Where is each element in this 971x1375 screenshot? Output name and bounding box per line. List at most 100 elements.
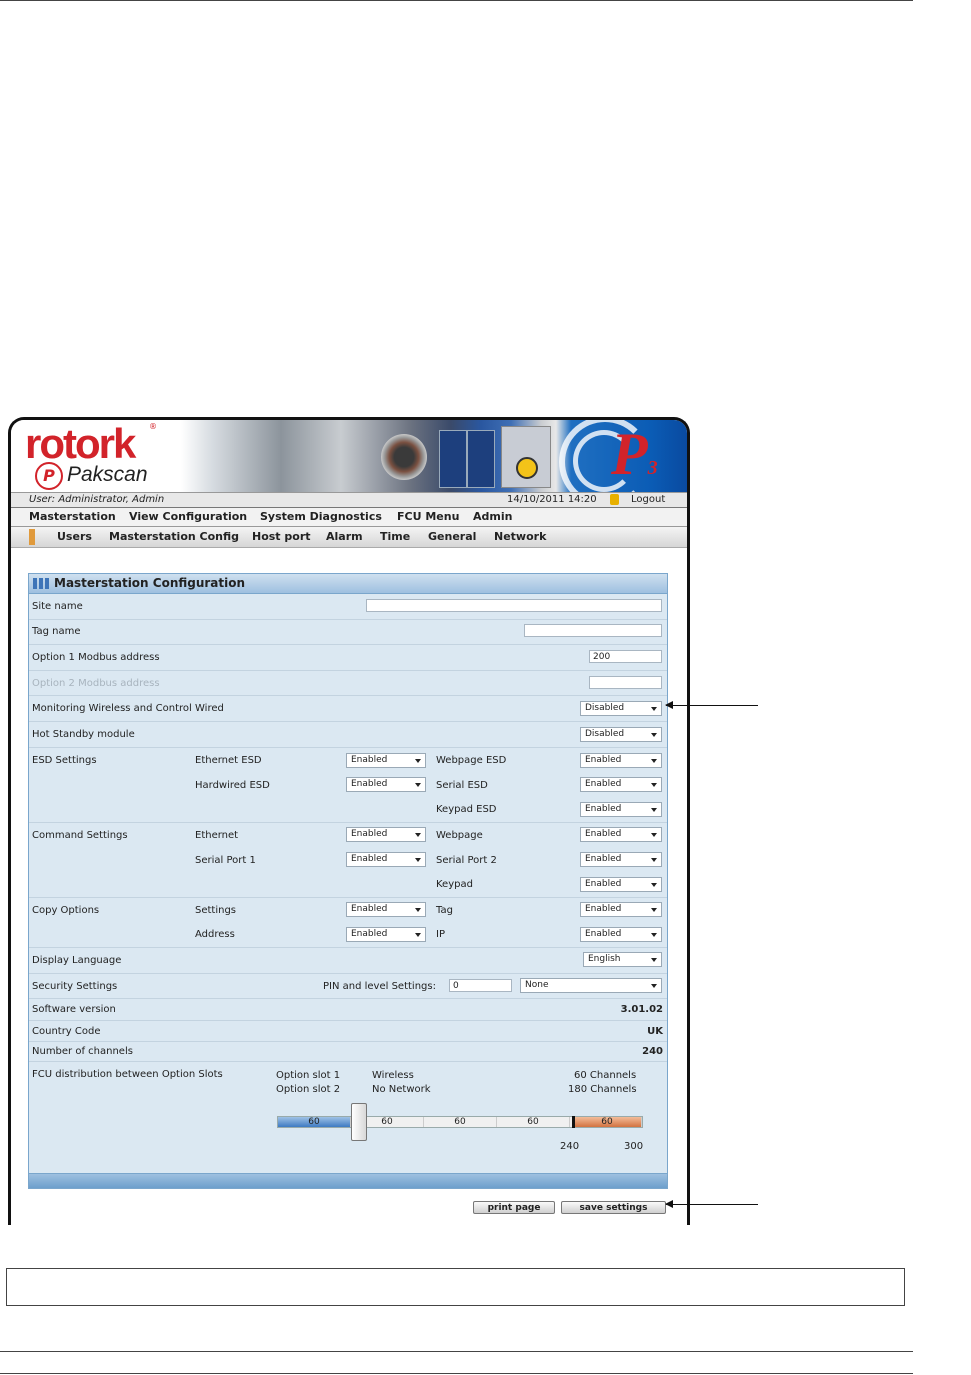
row-channels: Number of channels 240 [29,1042,667,1062]
chevron-down-icon [415,908,421,912]
chevron-down-icon [651,833,657,837]
menu-fcu[interactable]: FCU Menu [397,508,459,526]
command-serial1-select[interactable]: Enabled [346,852,426,867]
arrow-head-icon [665,1200,673,1208]
row-site-name: Site name [29,594,667,620]
config-panel: Masterstation Configuration Site name Ta… [28,573,668,1189]
language-select[interactable]: English [583,952,662,967]
chevron-down-icon [651,759,657,763]
esd-label: ESD Settings [32,755,97,766]
option1-label: Option 1 Modbus address [32,652,160,663]
keypad-esd-select[interactable]: Enabled [580,802,662,817]
print-page-button[interactable]: print page [473,1201,555,1214]
tab-users[interactable]: Users [57,527,92,547]
logout-link[interactable]: Logout [631,493,665,507]
copy-tag-label: Tag [436,905,453,916]
tab-time[interactable]: Time [380,527,410,547]
monitoring-select[interactable]: Disabled [580,701,662,716]
sub-menu: Users Masterstation Config Host port Ala… [11,527,687,548]
module-image [439,430,467,488]
main-menu: Masterstation View Configuration System … [11,508,687,527]
arrow-head-icon [665,701,673,709]
header-banner: rotork ® P Pakscan P3 [11,420,687,508]
row-country-code: Country Code UK [29,1021,667,1042]
panel-header: Masterstation Configuration [29,574,667,594]
copy-tag-select[interactable]: Enabled [580,902,662,917]
caption-box [6,1268,905,1306]
slider-segment: 60 [278,1117,351,1127]
tab-alarm[interactable]: Alarm [326,527,363,547]
pakscan-logo: Pakscan [67,463,148,486]
security-label: Security Settings [32,981,118,992]
hardwired-esd-select[interactable]: Enabled [346,777,426,792]
ethernet-esd-select[interactable]: Enabled [346,753,426,768]
row-option1-modbus: Option 1 Modbus address 200 [29,645,667,671]
country-label: Country Code [32,1026,101,1037]
slider-segment: 60 [497,1117,570,1127]
webpage-esd-label: Webpage ESD [436,755,507,766]
copy-settings-select[interactable]: Enabled [346,902,426,917]
copy-address-label: Address [195,929,235,940]
level-select[interactable]: None [520,978,662,993]
software-label: Software version [32,1004,116,1015]
command-serial2-select[interactable]: Enabled [580,852,662,867]
command-webpage-select[interactable]: Enabled [580,827,662,842]
menu-view-configuration[interactable]: View Configuration [129,508,247,526]
tab-host-port[interactable]: Host port [252,527,311,547]
command-keypad-label: Keypad [436,879,473,890]
copy-ip-select[interactable]: Enabled [580,927,662,942]
serial-esd-select[interactable]: Enabled [580,777,662,792]
option1-modbus-input[interactable]: 200 [589,650,662,663]
command-serial2-label: Serial Port 2 [436,855,497,866]
datetime: 14/10/2011 14:20 [507,494,597,505]
masterstation-image [501,426,551,488]
chevron-down-icon [651,783,657,787]
hardwired-esd-label: Hardwired ESD [195,780,270,791]
chevron-down-icon [651,808,657,812]
command-keypad-select[interactable]: Enabled [580,877,662,892]
user-bar: User: Administrator, Admin 14/10/2011 14… [11,492,687,508]
user-info: User: Administrator, Admin [29,494,165,505]
slot2-type: No Network [372,1084,431,1095]
callout-arrow [665,1200,758,1208]
ethernet-esd-label: Ethernet ESD [195,755,262,766]
pin-input[interactable]: 0 [449,979,512,992]
menu-system-diagnostics[interactable]: System Diagnostics [260,508,382,526]
channels-label: Number of channels [32,1046,133,1057]
slider-segment: 60 [573,1117,642,1127]
row-option2-modbus: Option 2 Modbus address [29,671,667,696]
footer-rule [0,1351,913,1352]
command-webpage-label: Webpage [436,830,483,841]
fcu-slider-thumb[interactable] [350,1103,367,1141]
dial-icon [516,457,538,479]
save-settings-button[interactable]: save settings [561,1201,666,1214]
row-copy-options: Copy Options Settings Enabled Tag Enable… [29,898,667,948]
panel-footer [29,1173,667,1188]
software-value: 3.01.02 [620,1004,663,1015]
site-name-input[interactable] [366,599,662,612]
monitoring-label: Monitoring Wireless and Control Wired [32,703,224,714]
tab-general[interactable]: General [428,527,476,547]
chevron-down-icon [651,984,657,988]
copy-settings-label: Settings [195,905,237,916]
slot1-channels: 60 Channels [574,1070,637,1081]
language-label: Display Language [32,955,122,966]
menu-admin[interactable]: Admin [473,508,512,526]
menu-masterstation[interactable]: Masterstation [29,508,116,526]
copy-address-select[interactable]: Enabled [346,927,426,942]
command-ethernet-select[interactable]: Enabled [346,827,426,842]
site-name-label: Site name [32,601,83,612]
callout-arrow [665,701,758,709]
webpage-esd-select[interactable]: Enabled [580,753,662,768]
row-hot-standby: Hot Standby module Disabled [29,722,667,748]
command-label: Command Settings [32,830,128,841]
tag-name-input[interactable] [524,624,662,637]
fcu-slider-track[interactable]: 60 60 60 60 60 [277,1116,643,1128]
hot-standby-select[interactable]: Disabled [580,727,662,742]
country-value: UK [647,1026,663,1037]
registered-icon: ® [149,422,157,431]
chevron-down-icon [415,833,421,837]
tab-masterstation-config[interactable]: Masterstation Config [109,527,239,547]
tab-network[interactable]: Network [494,527,546,547]
tick-240: 240 [560,1141,580,1152]
